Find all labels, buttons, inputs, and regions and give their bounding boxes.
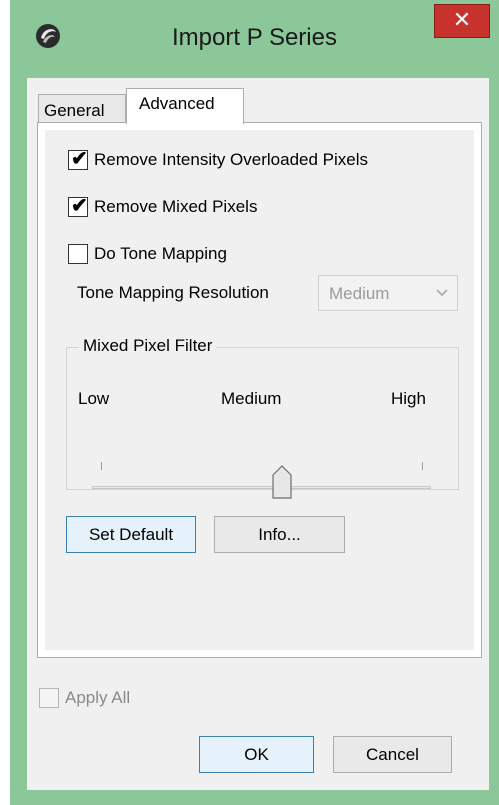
ok-button[interactable]: OK xyxy=(199,736,314,773)
dialog-window: Import P Series ✕ General Advanced ✔ Rem… xyxy=(10,0,499,805)
apply-all-checkbox[interactable] xyxy=(39,688,59,708)
mixed-pixel-filter-track[interactable] xyxy=(92,486,431,489)
checkmark-icon: ✔ xyxy=(71,195,88,217)
title-bar: Import P Series ✕ xyxy=(10,0,499,78)
dialog-body: General Advanced ✔ Remove Intensity Over… xyxy=(27,78,489,790)
close-button[interactable]: ✕ xyxy=(434,4,490,38)
tab-general[interactable]: General xyxy=(38,94,126,123)
tone-mapping-resolution-label: Tone Mapping Resolution xyxy=(77,283,269,302)
cancel-button[interactable]: Cancel xyxy=(333,736,452,773)
apply-all-label: Apply All xyxy=(65,688,131,707)
remove-mixed-pixels-checkbox[interactable]: ✔ xyxy=(68,195,88,217)
do-tone-mapping-option[interactable]: Do Tone Mapping xyxy=(68,244,227,264)
info-button[interactable]: Info... xyxy=(214,516,345,553)
remove-overloaded-pixels-option[interactable]: ✔ Remove Intensity Overloaded Pixels xyxy=(68,148,369,170)
tone-mapping-resolution-value: Medium xyxy=(329,284,390,303)
slider-low-label: Low xyxy=(78,389,110,408)
mixed-pixel-filter-slider-thumb[interactable] xyxy=(272,465,292,499)
apply-all-option[interactable]: Apply All xyxy=(39,688,130,708)
mixed-pixel-filter-title: Mixed Pixel Filter xyxy=(79,336,217,356)
mixed-pixel-filter-group: Mixed Pixel Filter Low Medium High xyxy=(66,336,459,499)
slider-high-label: High xyxy=(391,389,426,408)
slider-tick-low xyxy=(101,462,102,470)
tone-mapping-resolution-select[interactable]: Medium xyxy=(318,275,458,311)
checkmark-icon: ✔ xyxy=(71,148,88,170)
window-title: Import P Series xyxy=(172,24,337,51)
slider-medium-label: Medium xyxy=(221,389,282,408)
remove-mixed-pixels-label: Remove Mixed Pixels xyxy=(94,197,258,216)
remove-overloaded-pixels-checkbox[interactable]: ✔ xyxy=(68,148,88,170)
advanced-panel-content: ✔ Remove Intensity Overloaded Pixels ✔ R… xyxy=(45,130,474,650)
slider-tick-high xyxy=(422,462,423,470)
remove-overloaded-pixels-label: Remove Intensity Overloaded Pixels xyxy=(94,150,369,169)
set-default-button[interactable]: Set Default xyxy=(66,516,196,553)
remove-mixed-pixels-option[interactable]: ✔ Remove Mixed Pixels xyxy=(68,195,258,217)
tab-advanced[interactable]: Advanced xyxy=(126,88,244,124)
do-tone-mapping-label: Do Tone Mapping xyxy=(94,244,227,263)
close-icon: ✕ xyxy=(452,7,472,32)
do-tone-mapping-checkbox[interactable] xyxy=(68,244,88,264)
advanced-tab-panel: ✔ Remove Intensity Overloaded Pixels ✔ R… xyxy=(37,122,482,658)
chevron-down-icon xyxy=(435,282,449,307)
